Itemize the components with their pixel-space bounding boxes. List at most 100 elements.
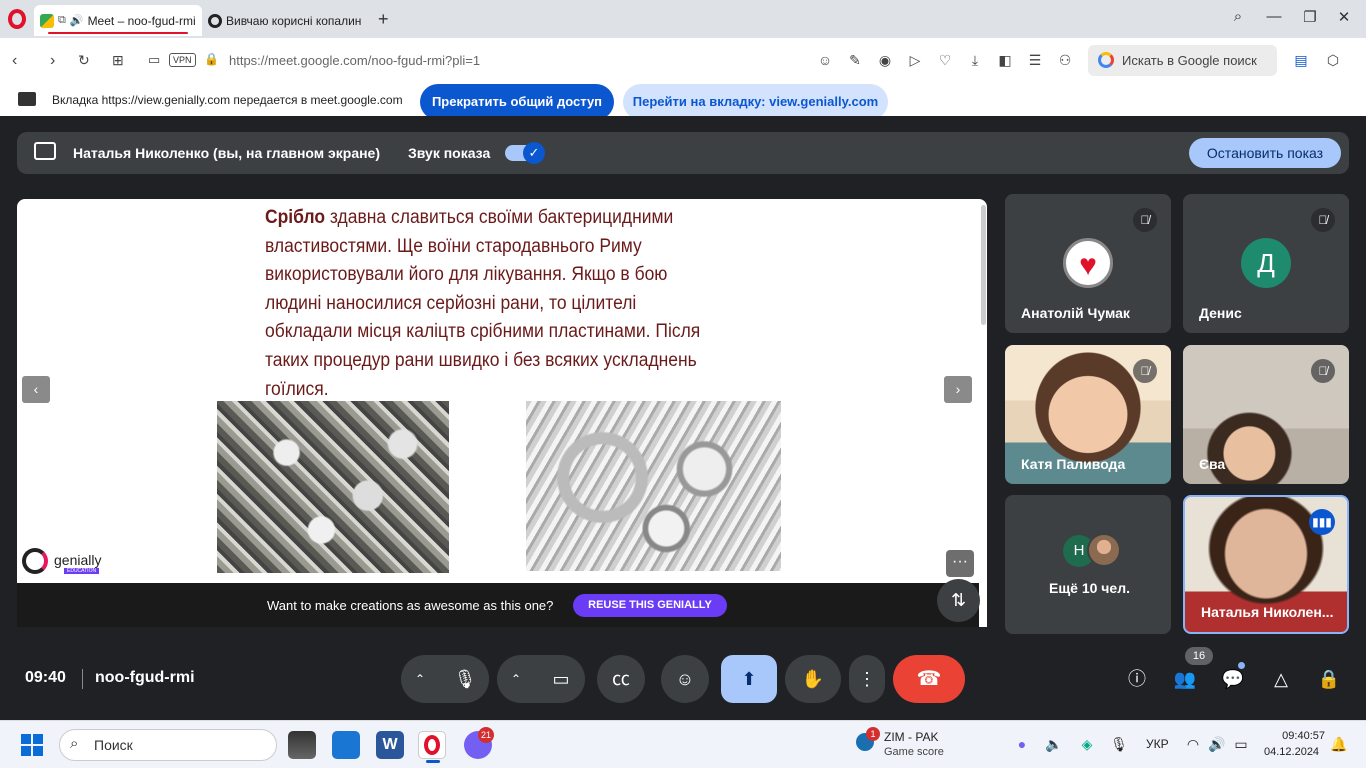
more-options-icon[interactable]: ···	[946, 550, 974, 577]
google-search-field[interactable]: Искать в Google поиск	[1088, 45, 1277, 76]
mic-off-icon: 🎙̸	[1133, 208, 1157, 232]
share-sound-label: Звук показа	[408, 145, 491, 161]
swap-layout-icon[interactable]: ⇅	[937, 579, 980, 622]
active-indicator	[426, 760, 440, 763]
url-field[interactable]: https://meet.google.com/noo-fgud-rmi?pli…	[229, 53, 480, 68]
more-options-button[interactable]: ⋮	[849, 655, 885, 703]
emoji-icon[interactable]: ☺	[817, 52, 833, 68]
opera-menu-icon[interactable]	[8, 9, 26, 29]
slide-scrollbar[interactable]	[981, 205, 986, 325]
speaking-icon: ▮▮▮	[1309, 509, 1335, 535]
participant-tile[interactable]: ♥ 🎙̸ Анатолій Чумак	[1005, 194, 1171, 333]
mic-tray-icon[interactable]: 🎙	[1110, 736, 1128, 753]
participant-tile[interactable]: 🎙̸ Єва	[1183, 345, 1349, 484]
search-tabs-icon[interactable]: ⌕	[1226, 8, 1250, 25]
mic-off-icon: 🎙̸	[1311, 208, 1335, 232]
more-participants-tile[interactable]: Н Ещё 10 чел.	[1005, 495, 1171, 634]
camera-control[interactable]: ⌃ ▭	[497, 655, 585, 703]
edit-icon[interactable]: ✎	[847, 52, 863, 68]
chat-dot-icon	[1238, 662, 1245, 669]
go-to-tab-button[interactable]: Перейти на вкладку: view.genially.com	[623, 84, 888, 120]
present-button[interactable]: ⬆	[721, 655, 777, 703]
volume-icon[interactable]: 🔊	[1208, 736, 1226, 753]
lock-icon[interactable]: 🔒	[204, 52, 219, 66]
participant-tile-self[interactable]: ▮▮▮ Наталья Николен...	[1183, 495, 1349, 634]
heart-icon[interactable]: ♡	[937, 52, 953, 68]
captions-button[interactable]: ㏄	[597, 655, 645, 703]
viber-tray-icon[interactable]: ●	[1013, 736, 1031, 752]
clock-date[interactable]: 04.12.2024	[1264, 746, 1319, 758]
avatar: Д	[1241, 238, 1291, 288]
back-icon[interactable]: ‹	[12, 52, 17, 70]
forward-icon[interactable]: ›	[50, 52, 55, 70]
speed-dial-icon[interactable]: ⊞	[112, 52, 124, 69]
emoji-icon: ☺	[675, 669, 695, 689]
chevron-up-icon[interactable]: ⌃	[415, 655, 425, 703]
camera-icon[interactable]: ▭	[148, 52, 160, 68]
participant-name: Єва	[1199, 456, 1226, 472]
battery-icon[interactable]: ▭	[1232, 736, 1250, 753]
participant-count-badge: 16	[1185, 647, 1213, 665]
stop-sharing-button[interactable]: Прекратить общий доступ	[420, 84, 614, 120]
mic-control[interactable]: ⌃ 🎙	[401, 655, 489, 703]
opera-taskbar-icon[interactable]	[418, 731, 446, 759]
tab-genially[interactable]: Вивчаю корисні копалин	[204, 5, 374, 36]
activities-icon[interactable]: △	[1268, 666, 1294, 692]
wifi-icon[interactable]: ◠	[1184, 736, 1202, 753]
volume-tray-icon[interactable]: 🔈	[1045, 736, 1063, 753]
taskbar-search[interactable]: ⌕ Поиск	[59, 729, 277, 761]
vpn-badge[interactable]: VPN	[169, 53, 196, 67]
reactions-button[interactable]: ☺	[661, 655, 709, 703]
speaker-icon[interactable]: 🔊	[70, 14, 84, 27]
windows-start-icon[interactable]	[21, 734, 43, 756]
participant-name: Ещё 10 чел.	[1049, 580, 1130, 596]
participant-tile[interactable]: 🎙̸ Катя Паливода	[1005, 345, 1171, 484]
google-icon	[1098, 52, 1114, 68]
next-slide-button[interactable]: ›	[944, 376, 972, 403]
snapshot-icon[interactable]: ◉	[877, 52, 893, 68]
info-icon[interactable]: ⓘ	[1124, 666, 1150, 692]
news-badge: 1	[866, 727, 880, 741]
chat-icon[interactable]: 💬	[1220, 666, 1246, 692]
stop-presenting-button[interactable]: Остановить показ	[1189, 138, 1341, 168]
minimize-icon[interactable]: —	[1262, 8, 1286, 25]
clock-time[interactable]: 09:40:57	[1277, 730, 1325, 742]
host-controls-icon[interactable]: 🔒	[1316, 666, 1342, 692]
genially-favicon-icon	[208, 13, 222, 28]
tab-snap-icon[interactable]: ▤	[1293, 52, 1309, 68]
camera-icon[interactable]: ▭	[537, 655, 585, 703]
asmr-avatar: ♥	[1063, 238, 1113, 288]
language-indicator[interactable]: УКР	[1146, 737, 1169, 751]
download-icon[interactable]: ⤓	[967, 52, 983, 68]
task-view-icon[interactable]	[288, 731, 316, 759]
reload-icon[interactable]: ↻	[78, 52, 90, 69]
participant-tile[interactable]: Д 🎙̸ Денис	[1183, 194, 1349, 333]
extensions-icon[interactable]: ⬡	[1325, 52, 1341, 68]
share-sound-toggle[interactable]: ✓	[505, 142, 545, 164]
sidebar-toggle-icon[interactable]: ◧	[997, 52, 1013, 68]
word-icon[interactable]: W	[376, 731, 404, 759]
reuse-genially-button[interactable]: REUSE THIS GENIALLY	[573, 594, 727, 617]
chevron-up-icon[interactable]: ⌃	[511, 655, 521, 703]
present-icon: ⬆	[741, 669, 757, 689]
prev-slide-button[interactable]: ‹	[22, 376, 50, 403]
pip-icon[interactable]: ⧉	[58, 14, 66, 27]
tab-title: Meet – noo-fgud-rmi	[87, 13, 196, 28]
leave-call-button[interactable]: ☎	[893, 655, 965, 703]
new-tab-button[interactable]: +	[378, 9, 389, 30]
store-icon[interactable]	[332, 731, 360, 759]
people-icon[interactable]: 👥	[1172, 666, 1198, 692]
close-icon[interactable]: ✕	[1332, 8, 1356, 26]
slide-body: здавна славиться своїми бактерицидними в…	[265, 207, 701, 400]
tab-meet[interactable]: ⧉ 🔊 Meet – noo-fgud-rmi	[34, 5, 202, 36]
mic-icon[interactable]: 🎙	[441, 655, 489, 703]
raise-hand-button[interactable]: ✋	[785, 655, 841, 703]
phone-end-icon: ☎	[916, 668, 942, 690]
send-icon[interactable]: ▷	[907, 52, 923, 68]
participant-name: Денис	[1199, 305, 1242, 321]
profile-icon[interactable]: ⚇	[1057, 52, 1073, 68]
security-tray-icon[interactable]: ◈	[1078, 736, 1096, 753]
restore-icon[interactable]: ❐	[1298, 8, 1322, 26]
easy-setup-icon[interactable]: ☰	[1027, 52, 1043, 68]
notification-bell-icon[interactable]: 🔔	[1330, 736, 1348, 753]
